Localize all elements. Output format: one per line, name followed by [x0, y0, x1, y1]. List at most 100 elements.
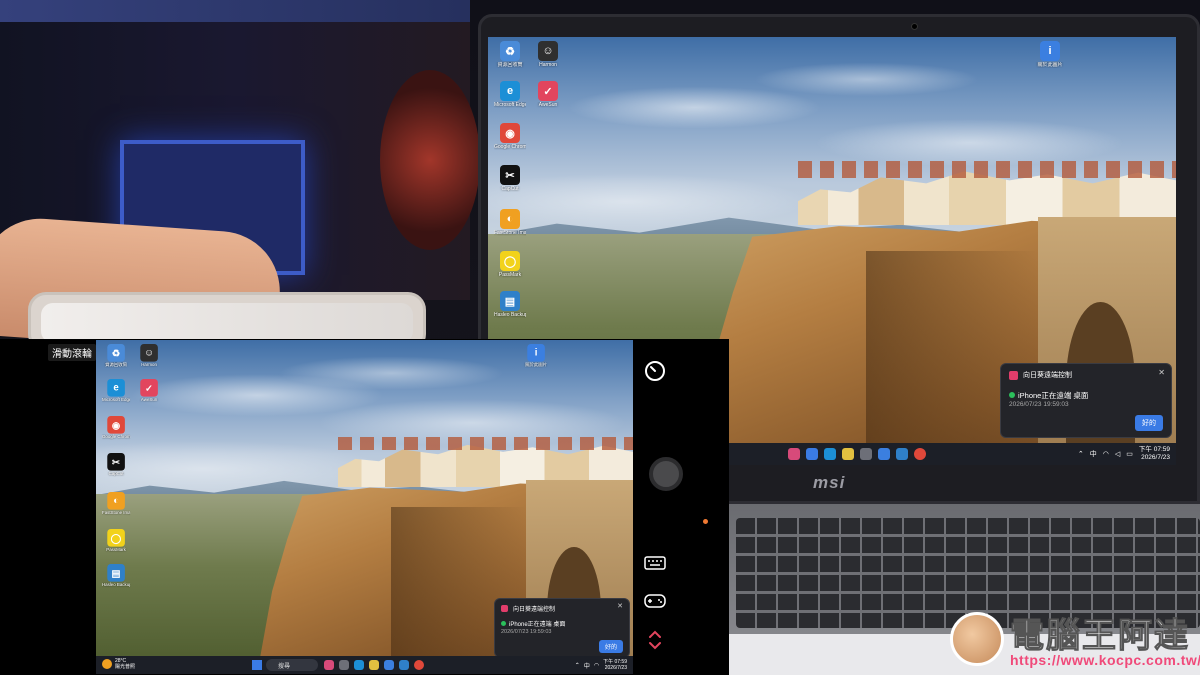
clock-time: 下午 07:59 [1138, 446, 1170, 453]
remote-ime-indicator[interactable]: 中 [584, 661, 590, 670]
remote-desktop[interactable]: ♻ 資源回收筒 ☺ Harmon e Microsoft Edge ✓ AweSun ◉ Goog… [96, 340, 633, 674]
wifi-icon[interactable]: ◠ [594, 662, 599, 669]
remote-desktop-icon[interactable]: ☺ Harmon [135, 344, 163, 368]
desktop-icon-label: Hasleo Backup Suite [102, 582, 131, 588]
weather-widget[interactable]: 28°C 陽光普照 [102, 658, 135, 670]
laptop-desktop-icon[interactable]: ♻ 資源回收筒 [494, 41, 526, 68]
remote-desktop-icon[interactable]: ▤Hasleo Backup Suite [102, 564, 130, 588]
file-explorer-icon[interactable] [369, 660, 379, 670]
desktop-icon-label: Microsoft Edge [102, 397, 131, 403]
remote-desktop-icon[interactable]: ♻ 資源回收筒 [102, 344, 130, 368]
desktop-icon-label: FastStone Image Viewer [102, 510, 130, 516]
gamepad-button[interactable] [641, 587, 669, 615]
keyboard-button[interactable] [641, 549, 669, 577]
app-icon: ◉ [500, 123, 520, 143]
remote-toast-message: iPhone正在遠端 桌面 [509, 622, 566, 628]
shelf-light [0, 0, 470, 22]
wifi-icon[interactable]: ◠ [1103, 450, 1109, 458]
remote-toast-message-row: iPhone正在遠端 桌面 [501, 619, 565, 628]
search-box[interactable]: 搜尋 [266, 659, 318, 671]
widgets-icon[interactable] [324, 660, 334, 670]
start-icon[interactable] [252, 660, 262, 670]
app-icon: ◉ [107, 416, 125, 434]
app-icon: ◐ [107, 491, 125, 510]
expand-collapse-button[interactable] [641, 626, 669, 654]
remote-clock[interactable]: 下午 07:59 2026/7/23 [603, 659, 627, 671]
start-icon[interactable] [806, 448, 818, 460]
status-dot-icon [501, 621, 506, 626]
chevron-up-icon[interactable]: ⌃ [575, 662, 580, 669]
laptop-desktop-icon[interactable]: e Microsoft Edge [494, 81, 526, 108]
app-icon: ▤ [107, 564, 125, 582]
remote-system-tray: ⌃ 中 ◠ 下午 07:59 2026/7/23 [575, 659, 627, 671]
close-icon[interactable]: ✕ [617, 602, 623, 610]
remote-about-picture-icon[interactable]: i 關於此圖片 [522, 344, 550, 368]
laptop-desktop-icon[interactable]: ✓ AweSun [532, 81, 564, 108]
remote-desktop-icon[interactable]: ✓ AweSun [135, 379, 163, 403]
remote-desktop-icon[interactable]: ◯ PassMark [102, 528, 130, 553]
laptop-desktop-icon[interactable]: ☺ Harmon [532, 41, 564, 68]
outlook-icon[interactable] [384, 660, 394, 670]
desktop-icon-label: Hasleo Backup Suite [494, 312, 526, 318]
system-tray: ⌃ 中 ◠ ◁ ▭ 下午 07:59 2026/7/23 [1078, 446, 1170, 462]
gamepad-icon [644, 594, 666, 608]
toast-app-name: 向日葵遠端控制 [1023, 372, 1072, 379]
edge-icon[interactable] [354, 660, 364, 670]
outlook-icon[interactable] [878, 448, 890, 460]
indicator-dot [703, 519, 708, 524]
timer-button[interactable] [641, 357, 669, 385]
remote-desktop-icon[interactable]: ◉ Google Chrome [102, 416, 130, 440]
app-icon: ✓ [140, 379, 159, 397]
remote-control-view: 滑動滾輪 ♻ 資源回收筒 ☺ Harmon e Microsoft Edge ✓ AweSun… [0, 339, 729, 675]
laptop-desktop-icon[interactable]: ▤Hasleo Backup Suite [494, 291, 526, 318]
timer-icon [645, 361, 665, 381]
toast-message: iPhone正在遠端 桌面 [1018, 391, 1089, 400]
remote-ok-button[interactable]: 好的 [598, 640, 623, 653]
remote-desktop-icon[interactable]: e Microsoft Edge [102, 379, 130, 403]
file-explorer-icon[interactable] [842, 448, 854, 460]
watermark-title: 電腦王阿達 [1010, 616, 1190, 657]
chevron-up-icon[interactable]: ⌃ [1078, 450, 1084, 458]
volume-icon[interactable]: ◁ [1115, 450, 1120, 458]
laptop-desktop-icon[interactable]: ✂ CapCut [494, 165, 526, 192]
notification-toast[interactable]: 向日葵遠端控制 ✕ iPhone正在遠端 桌面 2026/07/23 19:59… [1000, 363, 1172, 438]
virtual-joystick[interactable] [649, 457, 683, 491]
chrome-icon[interactable] [414, 660, 424, 670]
task-view-icon[interactable] [339, 660, 349, 670]
toast-message-row: iPhone正在遠端 桌面 [1009, 390, 1088, 401]
mail-icon[interactable] [399, 660, 409, 670]
widgets-icon[interactable] [788, 448, 800, 460]
webcam [911, 23, 918, 30]
store-icon[interactable] [860, 448, 872, 460]
scroll-wheel-mode-label[interactable]: 滑動滾輪 [48, 344, 96, 361]
app-icon: ✓ [538, 81, 558, 101]
desktop-icon-label: AweSun [141, 397, 158, 403]
chrome-icon[interactable] [914, 448, 926, 460]
edge-icon[interactable] [824, 448, 836, 460]
awesun-icon [501, 605, 508, 612]
remote-notification-toast[interactable]: 向日葵遠端控制 ✕ iPhone正在遠端 桌面 2026/07/23 19:59… [494, 598, 630, 658]
desktop-icon-label: Google Chrome [494, 144, 526, 150]
desktop-icon-label: Harmon [539, 62, 557, 68]
remote-toast-header: 向日葵遠端控制 [501, 604, 555, 613]
laptop-desktop-icon[interactable]: ◉ Google Chrome [494, 123, 526, 150]
ime-indicator[interactable]: 中 [1090, 449, 1097, 459]
app-icon: ✂ [500, 165, 520, 185]
laptop-desktop-icon[interactable]: ◐FastStone Image Viewer [494, 209, 526, 236]
remote-taskbar-apps [324, 660, 424, 670]
remote-desktop-icon[interactable]: ◐FastStone Image Viewer [102, 491, 130, 516]
clock[interactable]: 下午 07:59 2026/7/23 [1139, 446, 1170, 462]
laptop-desktop-icon[interactable]: ◯ PassMark [494, 251, 526, 278]
remote-toast-app-name: 向日葵遠端控制 [513, 607, 556, 613]
chevron-up-down-icon [649, 630, 661, 650]
desktop-icon-label: Harmon [141, 362, 158, 368]
sun-icon [102, 659, 112, 669]
close-icon[interactable]: ✕ [1158, 368, 1165, 377]
laptop-about-picture-icon[interactable]: i 關於此圖片 [1034, 41, 1066, 68]
app-icon: ✂ [107, 453, 125, 471]
shelf-red-glow [380, 70, 480, 250]
battery-icon[interactable]: ▭ [1126, 450, 1133, 458]
ok-button[interactable]: 好的 [1135, 415, 1163, 431]
mail-icon[interactable] [896, 448, 908, 460]
remote-desktop-icon[interactable]: ✂ CapCut [102, 453, 130, 477]
